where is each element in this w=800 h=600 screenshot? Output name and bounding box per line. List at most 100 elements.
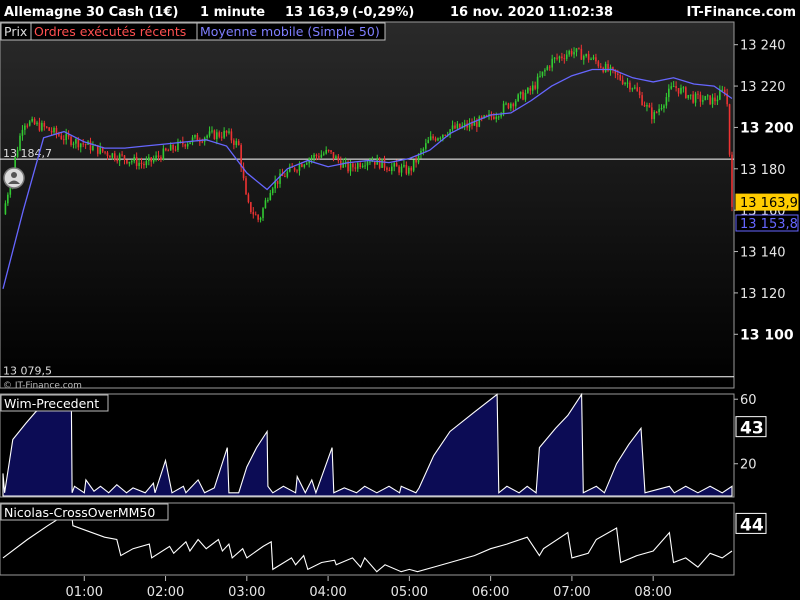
candle-body [315,154,318,157]
candle-body [580,48,583,60]
candle-body [206,135,208,138]
price-tick-label: 13 140 [740,246,786,261]
candle-body [590,58,592,60]
candle-body [310,157,313,159]
candle-body [541,71,544,76]
legend-orders[interactable]: Ordres exécutés récents [34,24,186,39]
candle-body [65,133,67,141]
candle-body [293,167,296,171]
candle-body [301,164,303,167]
candle-body [128,161,131,164]
candle-body [223,130,225,138]
candle-body [551,58,553,68]
legend-ma[interactable]: Moyenne mobile (Simple 50) [200,24,380,39]
candle-body [459,123,461,128]
crossover-title[interactable]: Nicolas-CrossOverMM50 [4,505,155,520]
candle-body [658,108,660,113]
candle-body [495,116,498,119]
candle-body [573,52,575,55]
candle-body [517,94,519,102]
candle-body [398,166,400,173]
candle-body [172,144,174,150]
candle-body [160,157,162,160]
candle-body [616,73,619,75]
candle-body [519,91,522,95]
candle-body [322,153,325,155]
timeframe: 1 minute [200,5,265,20]
candle-body [578,48,580,50]
candle-body [432,136,434,139]
candle-body [349,163,352,172]
candle-body [252,212,255,215]
candle-body [72,143,75,145]
candle-body [123,155,126,160]
candle-body [271,188,274,194]
candle-body [140,162,143,164]
candle-body [599,66,602,68]
candle-body [133,157,136,162]
candle-body [99,147,101,154]
candle-body [225,130,228,133]
candle-body [303,164,306,167]
candle-body [216,132,218,140]
candle-body [437,138,439,141]
candle-body [262,208,264,218]
candle-body [77,138,80,148]
candle-body [165,148,167,151]
candle-body [502,103,505,114]
candle-body [716,99,719,102]
candle-body [318,156,320,158]
candle-body [410,167,413,171]
candle-body [109,155,111,158]
candle-body [702,100,704,102]
candle-body [412,159,415,171]
candle-body [697,93,699,95]
candle-body [335,156,337,159]
candle-body [677,88,680,94]
candle-body [694,93,697,103]
candle-body [138,162,140,166]
candle-body [493,116,495,119]
candle-body [646,105,648,107]
candle-body [325,149,327,154]
change-percent: (-0,29%) [352,5,414,20]
candle-body [731,154,733,207]
candle-body [534,85,536,89]
candle-body [536,76,539,89]
candle-body [220,136,223,138]
candle-body [709,95,711,105]
candle-body [70,136,72,145]
candle-body [442,134,444,138]
candle-body [53,128,55,133]
copyright: © IT-Finance.com [3,381,82,391]
time-tick-label: 04:00 [309,585,346,600]
candle-body [126,159,128,164]
candle-body [524,92,527,100]
candle-body [597,61,600,67]
candle-body [296,170,298,172]
candle-body [169,144,172,151]
candle-body [228,131,230,133]
candle-body [267,200,269,202]
candle-body [359,163,362,168]
time-tick-label: 06:00 [472,585,509,600]
candle-body [84,144,87,146]
candle-body [648,105,651,108]
candle-body [595,57,597,62]
candle-body [361,165,364,168]
candle-body [284,176,286,178]
candle-body [381,158,383,168]
legend-price[interactable]: Prix [4,24,27,39]
candle-body [50,130,53,133]
wim-precedent-title[interactable]: Wim-Precedent [4,396,99,411]
candle-body [155,155,157,159]
candle-body [201,141,204,143]
wim-precedent-panel: 60 20 43 Wim-Precedent [0,392,767,498]
time-tick-label: 08:00 [634,585,671,600]
candle-body [352,163,354,168]
person-icon[interactable] [3,167,25,189]
candle-body [254,214,257,216]
candle-body [527,87,529,93]
candle-body [250,202,252,213]
time-tick-label: 01:00 [66,585,103,600]
